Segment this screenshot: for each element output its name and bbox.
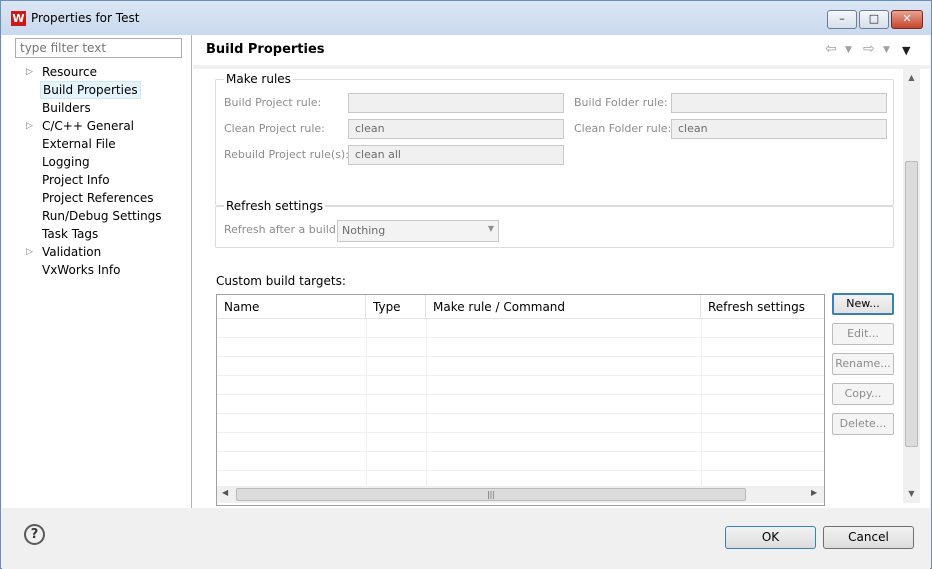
refresh-after-build-select[interactable]: Nothing ▼: [337, 220, 499, 242]
back-menu-icon[interactable]: ▼: [845, 45, 852, 55]
view-menu-icon[interactable]: ▼: [902, 44, 910, 57]
build-folder-rule-label: Build Folder rule:: [574, 96, 668, 109]
tree-item-label: Build Properties: [40, 81, 141, 99]
page-vertical-scrollbar[interactable]: ▲ ▼: [903, 69, 920, 503]
property-page: Build Properties ⇦ ▼ ⇨ ▼ ▼ Make rules Bu…: [193, 35, 930, 508]
copy-target-button[interactable]: Copy...: [832, 383, 894, 405]
build-project-rule-field[interactable]: [348, 93, 564, 113]
table-horizontal-scrollbar[interactable]: ◀ ||| ▶: [217, 486, 824, 503]
expand-arrow-icon[interactable]: ▷: [26, 243, 36, 261]
tree-item-label: Builders: [42, 101, 91, 115]
tree-item-label: External File: [42, 137, 116, 151]
dialog-content: ▷ Resource Build Properties Builders ▷ C…: [2, 35, 930, 508]
page-scroll-area: Make rules Build Project rule: Build Fol…: [193, 69, 930, 508]
refresh-after-build-value: Nothing: [342, 224, 386, 237]
tree-item-label: C/C++ General: [42, 119, 135, 133]
build-folder-rule-field[interactable]: [671, 93, 887, 113]
table-row: [217, 452, 824, 471]
minimize-icon: –: [839, 12, 845, 25]
table-row: [217, 433, 824, 452]
expand-arrow-icon[interactable]: ▷: [26, 117, 36, 135]
properties-dialog: W Properties for Test – □ ✕ ▷ Resource B…: [0, 0, 932, 569]
cancel-button[interactable]: Cancel: [823, 526, 914, 549]
expand-arrow-icon[interactable]: ▷: [26, 63, 36, 81]
dialog-footer: ? OK Cancel: [2, 509, 930, 569]
chevron-down-icon: ▼: [487, 224, 494, 233]
ok-button[interactable]: OK: [725, 526, 816, 549]
page-header: Build Properties ⇦ ▼ ⇨ ▼ ▼: [193, 35, 930, 65]
tree-item-label: VxWorks Info: [42, 263, 121, 277]
scroll-thumb[interactable]: [905, 161, 918, 447]
scroll-up-icon[interactable]: ▲: [903, 73, 920, 82]
rename-target-button[interactable]: Rename...: [832, 353, 894, 375]
tree-item-label: Validation: [42, 245, 102, 259]
refresh-settings-title: Refresh settings: [224, 199, 325, 213]
page-title: Build Properties: [206, 42, 325, 57]
refresh-settings-group: Refresh settings Refresh after a build: …: [215, 199, 894, 248]
minimize-button[interactable]: –: [827, 10, 857, 29]
tree-item-label: Logging: [42, 155, 90, 169]
clean-folder-rule-field[interactable]: clean: [671, 119, 887, 139]
maximize-icon: □: [868, 12, 880, 25]
clean-project-rule-field[interactable]: clean: [348, 119, 564, 139]
scroll-down-icon[interactable]: ▼: [903, 489, 920, 498]
filter-input[interactable]: [15, 38, 182, 58]
tree-item-label: Run/Debug Settings: [42, 209, 162, 223]
scroll-right-icon[interactable]: ▶: [811, 488, 817, 497]
column-divider: [366, 319, 367, 486]
forward-arrow-icon[interactable]: ⇨: [863, 41, 875, 57]
custom-build-targets-label: Custom build targets:: [216, 274, 346, 288]
table-row: [217, 357, 824, 376]
new-target-button[interactable]: New...: [832, 293, 894, 315]
close-icon: ✕: [902, 12, 912, 25]
delete-target-button[interactable]: Delete...: [832, 413, 894, 435]
rebuild-project-rule-label: Rebuild Project rule(s):: [224, 148, 349, 161]
table-row: [217, 319, 824, 338]
scroll-thumb[interactable]: |||: [236, 488, 746, 501]
column-header-name[interactable]: Name: [217, 295, 366, 319]
tree-item-label: Project Info: [42, 173, 110, 187]
close-button[interactable]: ✕: [891, 10, 923, 29]
tree-item-label: Project References: [42, 191, 154, 205]
window-title: Properties for Test: [31, 11, 140, 25]
column-header-refresh-settings[interactable]: Refresh settings: [701, 295, 824, 319]
table-row: [217, 338, 824, 357]
rebuild-project-rule-field[interactable]: clean all: [348, 145, 564, 165]
column-header-type[interactable]: Type: [366, 295, 426, 319]
make-rules-group: Make rules Build Project rule: Build Fol…: [215, 72, 894, 206]
column-header-make-rule[interactable]: Make rule / Command: [426, 295, 701, 319]
tree-item-label: Task Tags: [42, 227, 99, 241]
scroll-left-icon[interactable]: ◀: [222, 488, 228, 497]
column-divider: [426, 319, 427, 486]
refresh-after-build-label: Refresh after a build:: [224, 223, 340, 236]
table-row: [217, 414, 824, 433]
table-row: [217, 395, 824, 414]
column-divider: [701, 319, 702, 486]
forward-menu-icon[interactable]: ▼: [883, 45, 890, 55]
table-row: [217, 376, 824, 395]
build-project-rule-label: Build Project rule:: [224, 96, 322, 109]
clean-folder-rule-label: Clean Folder rule:: [574, 122, 672, 135]
category-pane: ▷ Resource Build Properties Builders ▷ C…: [2, 35, 192, 508]
make-rules-title: Make rules: [224, 72, 293, 86]
app-logo-icon: W: [11, 11, 26, 26]
tree-item-label: Resource: [42, 65, 98, 79]
maximize-button[interactable]: □: [859, 10, 889, 29]
clean-project-rule-label: Clean Project rule:: [224, 122, 325, 135]
title-bar[interactable]: W Properties for Test – □ ✕: [1, 1, 931, 35]
help-icon[interactable]: ?: [24, 524, 45, 545]
build-targets-table[interactable]: Name Type Make rule / Command Refresh se…: [216, 294, 825, 506]
edit-target-button[interactable]: Edit...: [832, 323, 894, 345]
back-arrow-icon[interactable]: ⇦: [825, 41, 837, 57]
